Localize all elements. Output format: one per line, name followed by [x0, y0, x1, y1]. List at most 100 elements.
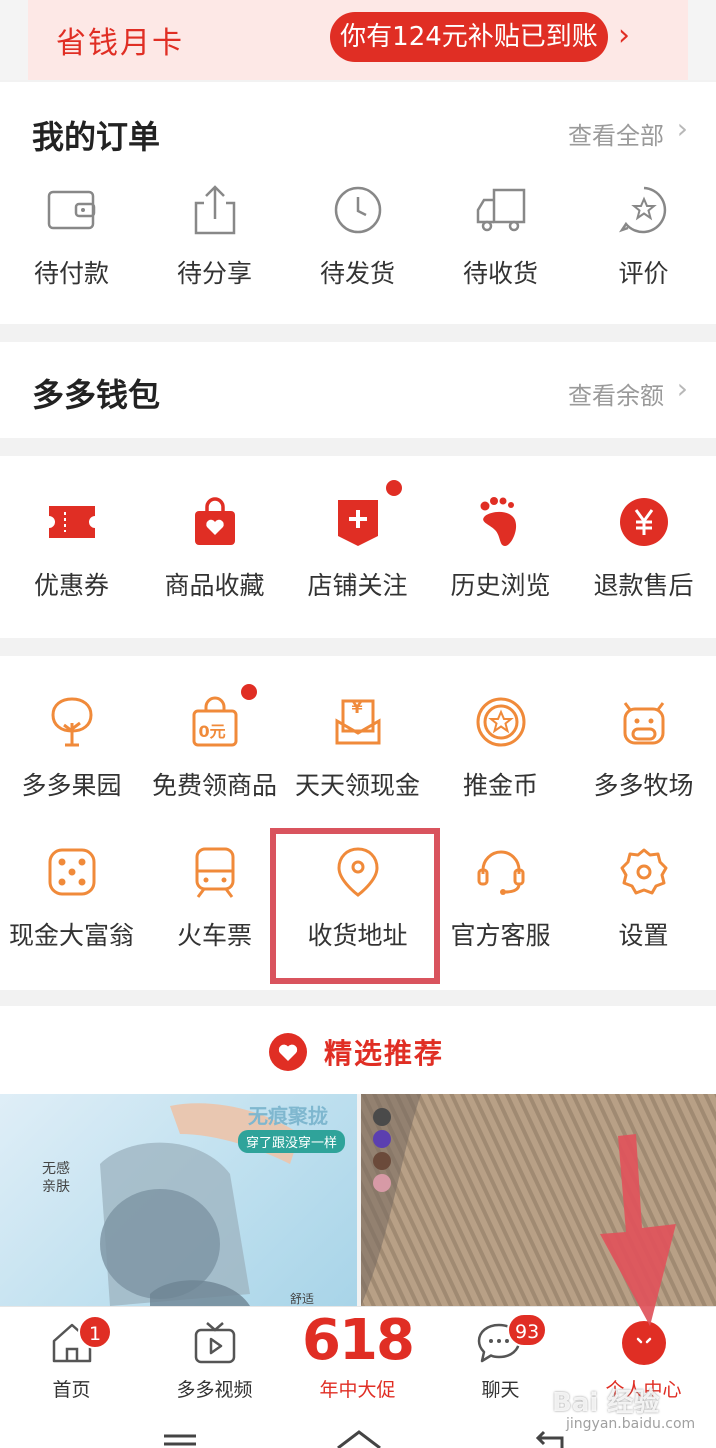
color-swatch[interactable] — [373, 1174, 391, 1192]
tree-icon — [40, 690, 104, 754]
home-nav-icon[interactable] — [334, 1428, 384, 1448]
heart-badge-icon — [269, 1033, 307, 1071]
service-push-coin[interactable]: 推金币 — [429, 690, 572, 802]
train-icon — [183, 840, 247, 904]
quick-store-follow[interactable]: 店铺关注 — [286, 480, 429, 602]
quick-item-label: 店铺关注 — [307, 571, 408, 600]
service-daily-cash[interactable]: ¥ 天天领现金 — [286, 690, 429, 802]
service-label: 多多牧场 — [593, 771, 694, 800]
service-customer-support[interactable]: 官方客服 — [429, 840, 572, 952]
service-label: 推金币 — [462, 771, 538, 800]
order-pending-share[interactable]: 待分享 — [143, 178, 286, 290]
quick-item-label: 历史浏览 — [450, 571, 551, 600]
quick-favorites[interactable]: 商品收藏 — [143, 490, 286, 602]
gear-icon — [612, 840, 676, 904]
favorite-bag-icon — [183, 490, 247, 554]
promo-618-icon: 618 — [302, 1308, 415, 1373]
store-follow-icon — [326, 480, 402, 554]
recommend-header: 精选推荐 — [0, 1006, 716, 1094]
tab-label: 多多视频 — [176, 1379, 253, 1401]
quick-actions-section: 优惠券 商品收藏 店铺关注 历史浏览 退款售后 — [0, 456, 716, 638]
wallet-section[interactable]: 多多钱包 查看余额 › — [0, 342, 716, 438]
quick-coupons[interactable]: 优惠券 — [0, 490, 143, 602]
headset-icon — [469, 840, 533, 904]
annotation-arrow-icon — [600, 1134, 676, 1326]
service-label: 火车票 — [176, 921, 252, 950]
service-ranch[interactable]: 多多牧场 — [572, 690, 715, 802]
order-pending-receipt[interactable]: 待收货 — [429, 178, 572, 290]
service-label: 免费领商品 — [151, 771, 277, 800]
product-tag-side: 无感 亲肤 — [42, 1161, 70, 1195]
tab-chat[interactable]: 93 聊天 — [429, 1307, 572, 1405]
order-pending-payment[interactable]: 待付款 — [0, 178, 143, 290]
orders-title: 我的订单 — [32, 118, 161, 156]
order-item-label: 待收货 — [462, 259, 538, 288]
view-all-orders-link[interactable]: 查看全部 — [568, 116, 664, 151]
quick-refund[interactable]: 退款售后 — [572, 490, 715, 602]
service-settings[interactable]: 设置 — [572, 840, 715, 952]
tab-label: 年中大促 — [319, 1379, 396, 1401]
service-train-tickets[interactable]: 火车票 — [143, 840, 286, 952]
service-cash-monopoly[interactable]: 现金大富翁 — [0, 840, 143, 952]
order-item-label: 待付款 — [33, 259, 109, 288]
promo-title: 省钱月卡 — [56, 26, 184, 61]
home-badge: 1 — [78, 1315, 112, 1349]
coupon-icon — [40, 490, 104, 554]
tab-videos[interactable]: 多多视频 — [143, 1307, 286, 1405]
promo-card[interactable]: 省钱月卡 你有124元补贴已到账 › — [28, 0, 688, 80]
chat-badge: 93 — [507, 1313, 548, 1347]
cash-envelope-text: ¥ — [351, 698, 363, 717]
service-label: 天天领现金 — [294, 771, 420, 800]
view-balance-link[interactable]: 查看余额 — [568, 376, 664, 411]
color-swatch[interactable] — [373, 1108, 391, 1126]
video-icon — [194, 1322, 235, 1364]
subsidy-pill[interactable]: 你有124元补贴已到账 — [330, 12, 608, 62]
quick-item-label: 优惠券 — [33, 571, 109, 600]
highlight-box — [270, 828, 440, 984]
refund-yen-icon — [612, 490, 676, 554]
service-label: 多多果园 — [21, 771, 122, 800]
tab-home[interactable]: 1 首页 — [0, 1307, 143, 1405]
order-item-label: 评价 — [618, 259, 669, 288]
tab-promo-618[interactable]: 618 年中大促 — [286, 1307, 429, 1405]
free-bag-text: 0元 — [198, 722, 226, 741]
cow-icon — [612, 690, 676, 754]
watermark: Bai 经验 — [552, 1388, 660, 1418]
quick-item-label: 商品收藏 — [164, 571, 265, 600]
notification-dot — [240, 684, 257, 700]
chevron-right-icon: › — [618, 18, 630, 53]
notification-dot — [385, 480, 402, 496]
footprint-icon — [469, 490, 533, 554]
service-orchard[interactable]: 多多果园 — [0, 690, 143, 802]
dice-icon — [40, 840, 104, 904]
product-card[interactable]: 无痕聚拢 穿了跟没穿一样 无感 亲肤 舒适 — [0, 1094, 357, 1306]
order-item-label: 待分享 — [176, 259, 252, 288]
free-bag-icon: 0元 — [183, 684, 257, 754]
recommend-title: 精选推荐 — [324, 1037, 445, 1070]
chevron-right-icon: › — [676, 372, 688, 405]
product-tag-sub: 穿了跟没穿一样 — [238, 1130, 346, 1153]
wallet-title: 多多钱包 — [32, 376, 161, 414]
chevron-right-icon: › — [676, 112, 688, 145]
service-label: 现金大富翁 — [8, 921, 134, 950]
menu-nav-icon[interactable] — [160, 1430, 200, 1448]
watermark-url: jingyan.baidu.com — [566, 1416, 696, 1432]
back-nav-icon[interactable] — [530, 1428, 570, 1448]
tab-label: 首页 — [52, 1379, 91, 1401]
service-free-goods[interactable]: 0元 免费领商品 — [143, 684, 286, 802]
service-label: 官方客服 — [450, 921, 551, 950]
clock-icon — [326, 178, 390, 242]
color-swatch[interactable] — [373, 1152, 391, 1170]
wallet-icon — [40, 178, 104, 242]
order-item-label: 待发货 — [319, 259, 395, 288]
order-review[interactable]: 评价 — [572, 178, 715, 290]
quick-item-label: 退款售后 — [593, 571, 694, 600]
order-pending-shipment[interactable]: 待发货 — [286, 178, 429, 290]
promo-banner[interactable]: 省钱月卡 你有124元补贴已到账 › — [0, 0, 716, 80]
quick-history[interactable]: 历史浏览 — [429, 490, 572, 602]
gold-coin-icon — [469, 690, 533, 754]
service-label: 设置 — [618, 921, 669, 950]
orders-section: 我的订单 查看全部 › 待付款 待分享 待发货 待收货 评价 — [0, 82, 716, 324]
color-swatch[interactable] — [373, 1130, 391, 1148]
share-icon — [183, 178, 247, 242]
